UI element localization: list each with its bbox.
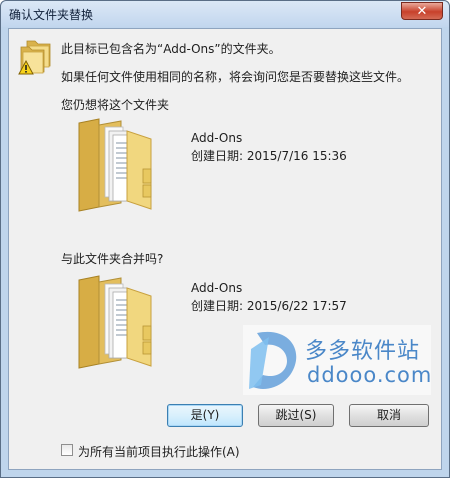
message-question-part2: 与此文件夹合并吗? [61, 252, 164, 266]
apply-all-label[interactable]: 为所有当前项目执行此操作(A) [78, 443, 240, 460]
title-bar[interactable]: 确认文件夹替换 ✕ [1, 1, 449, 27]
message-replace-info: 如果任何文件使用相同的名称，将会询问您是否要替换这些文件。 [61, 70, 410, 84]
close-button[interactable]: ✕ [401, 2, 443, 20]
source-folder-name: Add-Ons [191, 281, 243, 295]
dialog-window: 确认文件夹替换 ✕ 此目标已包含名为“Add-Ons”的文件夹。 如果任何文件使… [0, 0, 450, 478]
cancel-button[interactable]: 取消 [349, 404, 429, 427]
dialog-body: 此目标已包含名为“Add-Ons”的文件夹。 如果任何文件使用相同的名称，将会询… [8, 28, 442, 470]
existing-folder-date: 创建日期: 2015/7/16 15:36 [191, 149, 347, 163]
skip-button[interactable]: 跳过(S) [258, 404, 334, 427]
message-existing-folder: 此目标已包含名为“Add-Ons”的文件夹。 [61, 42, 281, 56]
watermark-d-icon [249, 331, 297, 389]
watermark-logo: 多多软件站 ddooo.com [243, 325, 431, 395]
apply-all-checkbox[interactable] [61, 444, 73, 456]
yes-button[interactable]: 是(Y) [167, 404, 243, 427]
watermark-text-cn: 多多软件站 [305, 339, 421, 364]
existing-folder-name: Add-Ons [191, 131, 243, 145]
source-folder-date: 创建日期: 2015/6/22 17:57 [191, 299, 347, 313]
warning-folder-icon [18, 40, 51, 75]
existing-folder-icon [78, 118, 152, 212]
window-title: 确认文件夹替换 [9, 8, 94, 22]
watermark-text-en: ddooo.com [307, 363, 433, 387]
source-folder-icon [78, 275, 152, 369]
message-question-part1: 您仍想将这个文件夹 [61, 98, 170, 112]
